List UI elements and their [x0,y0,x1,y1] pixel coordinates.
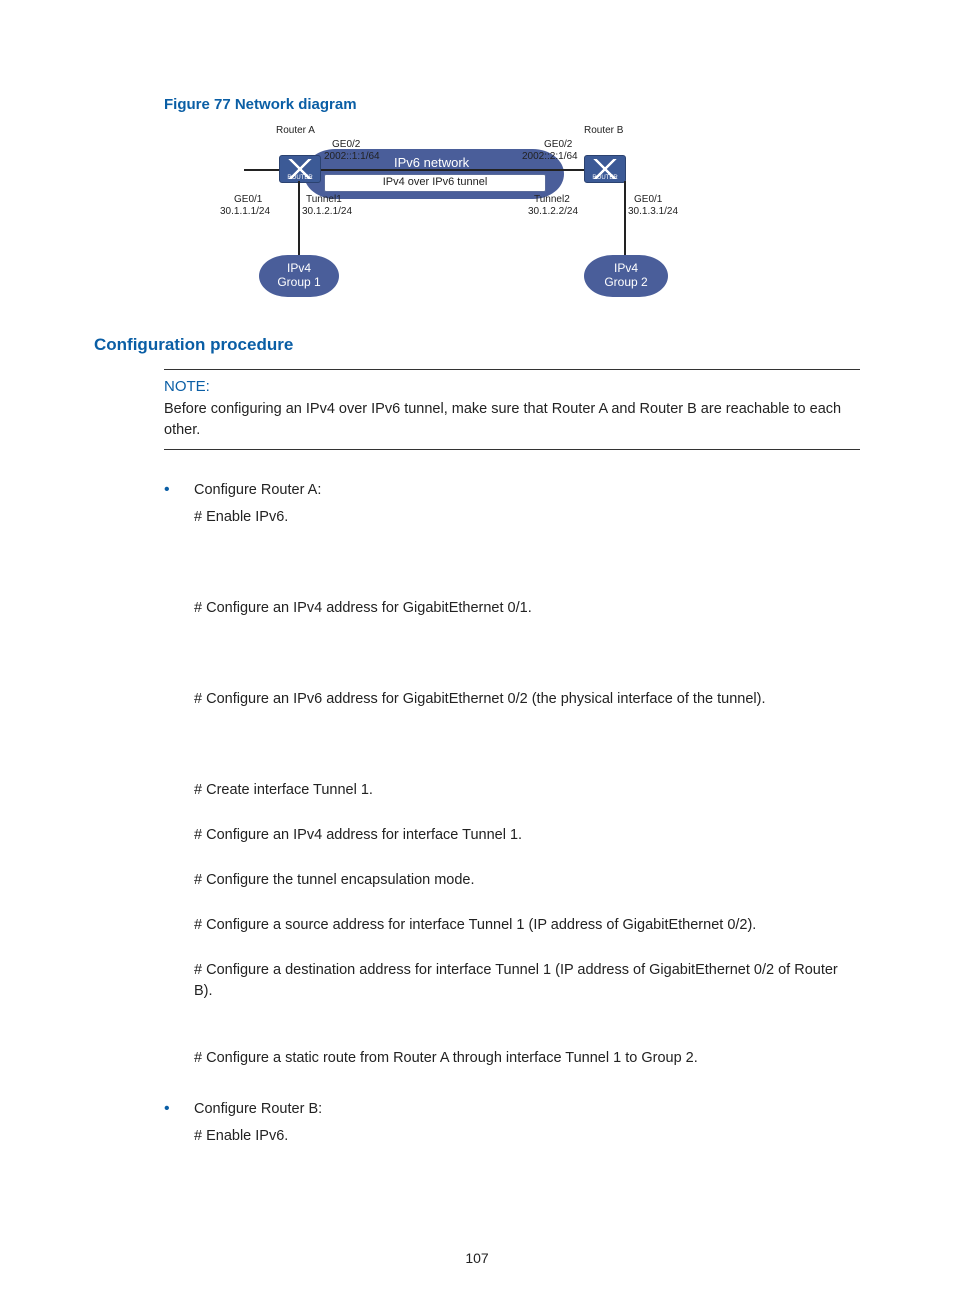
tunnel1-ip: 30.1.2.1/24 [302,206,352,217]
tunnel1-label: Tunnel1 [306,194,342,205]
tunnel-box-label: IPv4 over IPv6 tunnel [324,174,546,192]
step-text: # Configure a source address for interfa… [194,915,860,936]
group2-name: Group 2 [604,275,647,289]
step-text: # Enable IPv6. [194,1126,860,1147]
step-text: # Configure a destination address for in… [194,960,860,1002]
group2-ipv4: IPv4 [614,261,638,275]
router-tag: ROUTER [585,175,625,181]
network-diagram: IPv6 network IPv4 over IPv6 tunnel ROUTE… [184,119,684,305]
router-b-ge02: GE0/2 [544,139,572,150]
figure-caption: Figure 77 Network diagram [164,96,860,113]
tunnel2-label: Tunnel2 [534,194,570,205]
group1-name: Group 1 [277,275,320,289]
page-number: 107 [0,1250,954,1266]
step-text: # Configure an IPv6 address for GigabitE… [194,689,860,710]
group1-ipv4: IPv4 [287,261,311,275]
tunnel2-ip: 30.1.2.2/24 [528,206,578,217]
configure-router-a: Configure Router A: [194,480,321,501]
section-heading: Configuration procedure [94,335,860,355]
router-a-icon: ROUTER [279,155,321,183]
router-a-ge02-ip: 2002::1:1/64 [324,151,380,162]
router-b-label: Router B [584,125,623,136]
step-text: # Configure a static route from Router A… [194,1048,860,1069]
configure-router-b: Configure Router B: [194,1099,322,1120]
step-text: # Create interface Tunnel 1. [194,780,860,801]
ipv6-network-label: IPv6 network [394,155,469,170]
router-b-ge01-ip: 30.1.3.1/24 [628,206,678,217]
list-item: • Configure Router A: [164,480,860,501]
list-item: • Configure Router B: [164,1099,860,1120]
step-text: # Configure an IPv4 address for interfac… [194,825,860,846]
router-b-ge01: GE0/1 [634,194,662,205]
router-a-ge01-ip: 30.1.1.1/24 [220,206,270,217]
bullet-icon: • [164,480,194,501]
note-rule-bottom [164,449,860,450]
note-label: NOTE: [164,378,860,395]
router-tag: ROUTER [280,175,320,181]
step-text: # Configure the tunnel encapsulation mod… [194,870,860,891]
step-text: # Enable IPv6. [194,507,860,528]
router-a-label: Router A [276,125,315,136]
note-rule-top [164,369,860,370]
router-b-ge02-ip: 2002::2:1/64 [522,151,578,162]
note-body: Before configuring an IPv4 over IPv6 tun… [164,399,860,441]
bullet-icon: • [164,1099,194,1120]
router-a-ge02: GE0/2 [332,139,360,150]
router-b-icon: ROUTER [584,155,626,183]
step-text: # Configure an IPv4 address for GigabitE… [194,598,860,619]
router-a-ge01: GE0/1 [234,194,262,205]
